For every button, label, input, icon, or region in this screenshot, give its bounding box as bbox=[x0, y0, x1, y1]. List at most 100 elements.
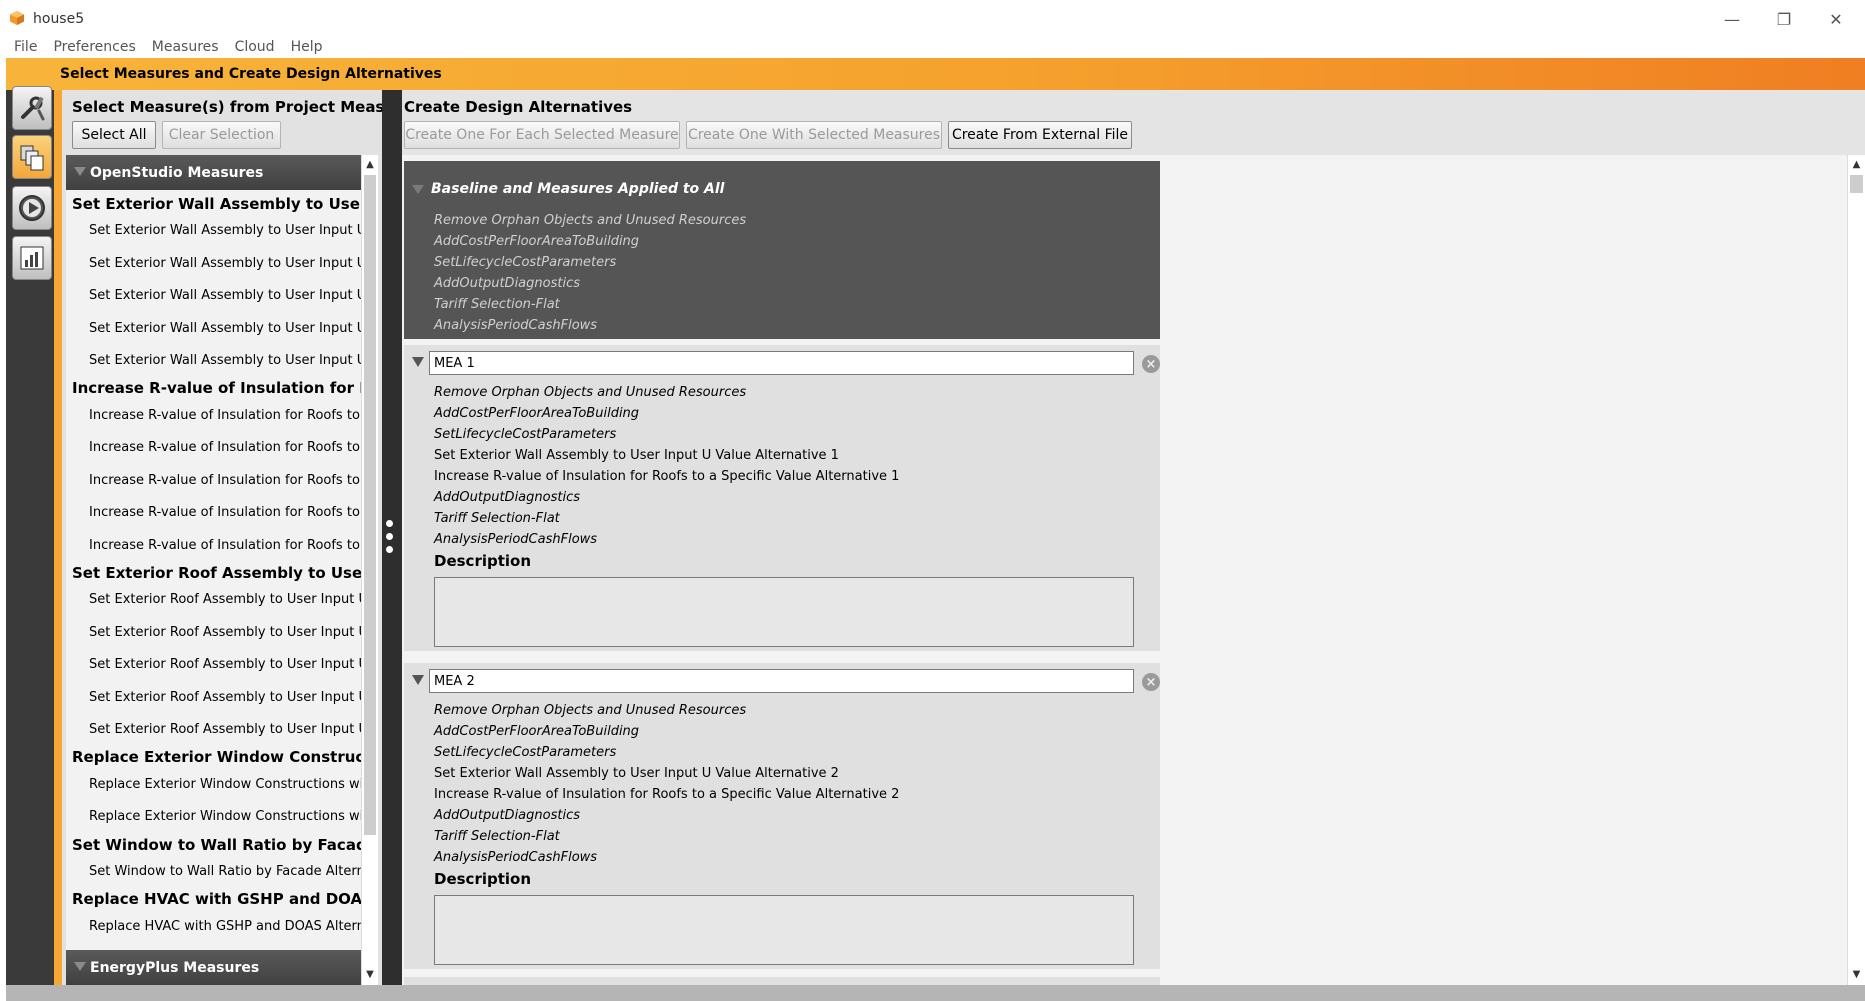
rail-measures-button[interactable] bbox=[12, 86, 52, 130]
group-label: EnergyPlus Measures bbox=[90, 959, 260, 976]
baseline-measure: AnalysisPeriodCashFlows bbox=[434, 318, 598, 333]
measure-list-scrollbar[interactable]: ▲ ▼ bbox=[361, 155, 378, 985]
scroll-up-icon[interactable]: ▲ bbox=[1848, 157, 1865, 171]
measure-set-exterior-wall[interactable]: Set Exterior Wall Assembly to User Input… bbox=[72, 195, 361, 213]
alternative-measure: Set Exterior Wall Assembly to User Input… bbox=[434, 448, 839, 463]
restore-button[interactable]: ❐ bbox=[1759, 4, 1809, 34]
app-logo-icon bbox=[10, 11, 24, 25]
measure-alternative[interactable]: Set Exterior Wall Assembly to User Input… bbox=[89, 321, 361, 336]
alternative-measure: SetLifecycleCostParameters bbox=[434, 745, 617, 760]
alternatives-scrollbar[interactable]: ▲ ▼ bbox=[1847, 155, 1865, 985]
splitter-grip-icon bbox=[386, 546, 393, 553]
title-bar bbox=[0, 0, 1865, 36]
alternative-name-input[interactable]: MEA 1 bbox=[429, 351, 1134, 375]
menu-measures[interactable]: Measures bbox=[144, 39, 227, 55]
measure-alternative[interactable]: Set Exterior Wall Assembly to User Input… bbox=[89, 353, 361, 368]
create-one-for-each-button[interactable]: Create One For Each Selected Measure bbox=[404, 121, 680, 149]
alternative-name-input[interactable]: MEA 2 bbox=[429, 669, 1134, 693]
rail-accent bbox=[54, 90, 62, 985]
menu-preferences[interactable]: Preferences bbox=[45, 39, 143, 55]
measure-alternative[interactable]: Set Exterior Roof Assembly to User Input… bbox=[89, 690, 361, 705]
collapse-triangle-icon bbox=[74, 167, 86, 176]
rail-results-button[interactable] bbox=[12, 236, 52, 280]
menu-cloud[interactable]: Cloud bbox=[227, 39, 283, 55]
measure-replace-hvac-gshp[interactable]: Replace HVAC with GSHP and DOAS Group bbox=[72, 890, 361, 908]
clear-selection-button[interactable]: Clear Selection bbox=[162, 121, 281, 149]
baseline-measure: AddCostPerFloorAreaToBuilding bbox=[434, 234, 640, 249]
collapse-triangle-icon[interactable] bbox=[412, 675, 424, 685]
alternative-measure: Tariff Selection-Flat bbox=[434, 511, 560, 526]
alternative-measure: AnalysisPeriodCashFlows bbox=[434, 850, 598, 865]
remove-alternative-icon[interactable]: × bbox=[1142, 673, 1160, 691]
alternative-measure: Increase R-value of Insulation for Roofs… bbox=[434, 787, 900, 802]
measure-alternative[interactable]: Increase R-value of Insulation for Roofs… bbox=[89, 408, 361, 423]
measure-set-exterior-roof[interactable]: Set Exterior Roof Assembly to User Input… bbox=[72, 564, 361, 582]
create-from-external-file-button[interactable]: Create From External File bbox=[948, 121, 1132, 149]
scrollbar-thumb[interactable] bbox=[1850, 175, 1863, 193]
design-alternative-card: MEA 1 × Remove Orphan Objects and Unused… bbox=[404, 345, 1160, 651]
measure-alternative[interactable]: Replace HVAC with GSHP and DOAS Alternat… bbox=[89, 919, 361, 934]
measure-alternative[interactable]: Set Exterior Roof Assembly to User Input… bbox=[89, 592, 361, 607]
collapse-triangle-icon[interactable] bbox=[412, 357, 424, 367]
measure-alternative[interactable]: Replace Exterior Window Constructions wi… bbox=[89, 809, 361, 824]
measure-alternative[interactable]: Increase R-value of Insulation for Roofs… bbox=[89, 505, 361, 520]
rail-run-button[interactable] bbox=[12, 186, 52, 230]
scroll-up-icon[interactable]: ▲ bbox=[362, 157, 378, 171]
measure-alternative[interactable]: Replace Exterior Window Constructions wi… bbox=[89, 777, 361, 792]
status-bar bbox=[6, 985, 1865, 1001]
baseline-title: Baseline and Measures Applied to All bbox=[431, 181, 725, 197]
select-all-button[interactable]: Select All bbox=[72, 121, 156, 149]
measure-alternative[interactable]: Set Exterior Wall Assembly to User Input… bbox=[89, 288, 361, 303]
measure-alternative[interactable]: Set Window to Wall Ratio by Facade Alter… bbox=[89, 864, 361, 879]
run-icon bbox=[19, 195, 45, 221]
scrollbar-thumb[interactable] bbox=[364, 175, 376, 835]
description-textarea[interactable] bbox=[434, 577, 1134, 647]
alternative-measure: AddCostPerFloorAreaToBuilding bbox=[434, 724, 640, 739]
menu-file[interactable]: File bbox=[6, 39, 45, 55]
alternative-measure: Tariff Selection-Flat bbox=[434, 829, 560, 844]
baseline-measure: Tariff Selection-Flat bbox=[434, 297, 560, 312]
measure-alternative[interactable]: Increase R-value of Insulation for Roofs… bbox=[89, 440, 361, 455]
measure-window-to-wall-ratio[interactable]: Set Window to Wall Ratio by Facade Group bbox=[72, 836, 361, 854]
measure-alternative[interactable]: Set Exterior Roof Assembly to User Input… bbox=[89, 625, 361, 640]
window-title: house5 bbox=[33, 11, 85, 27]
baseline-measure: AddOutputDiagnostics bbox=[434, 276, 580, 291]
group-label: OpenStudio Measures bbox=[90, 164, 264, 181]
measure-selection-title: Select Measure(s) from Project Measures bbox=[72, 98, 422, 116]
close-button[interactable]: ✕ bbox=[1811, 4, 1861, 34]
minimize-button[interactable]: — bbox=[1707, 4, 1757, 34]
scroll-down-icon[interactable]: ▼ bbox=[1848, 967, 1865, 981]
remove-alternative-icon[interactable]: × bbox=[1142, 355, 1160, 373]
design-alternative-card bbox=[404, 977, 1160, 985]
alternative-measure: AddCostPerFloorAreaToBuilding bbox=[434, 406, 640, 421]
collapse-triangle-icon[interactable] bbox=[412, 185, 424, 194]
menu-help[interactable]: Help bbox=[283, 39, 331, 55]
measure-list: OpenStudio Measures Set Exterior Wall As… bbox=[66, 155, 361, 985]
measure-alternative[interactable]: Increase R-value of Insulation for Roofs… bbox=[89, 538, 361, 553]
measure-alternative[interactable]: Set Exterior Wall Assembly to User Input… bbox=[89, 223, 361, 238]
description-textarea[interactable] bbox=[434, 895, 1134, 965]
scroll-down-icon[interactable]: ▼ bbox=[362, 967, 378, 981]
measure-alternative[interactable]: Increase R-value of Insulation for Roofs… bbox=[89, 473, 361, 488]
measure-alternative[interactable]: Set Exterior Wall Assembly to User Input… bbox=[89, 256, 361, 271]
measures-tool-icon bbox=[21, 96, 45, 121]
alternative-measure: Increase R-value of Insulation for Roofs… bbox=[434, 469, 900, 484]
measure-alternative[interactable]: Set Exterior Roof Assembly to User Input… bbox=[89, 657, 361, 672]
create-one-with-selected-button[interactable]: Create One With Selected Measures bbox=[686, 121, 942, 149]
description-label: Description bbox=[434, 552, 532, 570]
rail-design-alternatives-button[interactable] bbox=[12, 135, 52, 179]
results-icon bbox=[20, 246, 44, 270]
measure-replace-window-constructions[interactable]: Replace Exterior Window Constructions wi… bbox=[72, 748, 361, 766]
description-label: Description bbox=[434, 870, 532, 888]
measure-increase-roof-insulation[interactable]: Increase R-value of Insulation for Roofs… bbox=[72, 379, 361, 397]
design-alternatives-list: Baseline and Measures Applied to All Rem… bbox=[402, 155, 1847, 985]
group-header-energyplus[interactable]: EnergyPlus Measures bbox=[66, 950, 361, 985]
group-header-openstudio[interactable]: OpenStudio Measures bbox=[66, 155, 361, 190]
design-alternatives-title: Create Design Alternatives bbox=[404, 98, 633, 116]
alternative-measure: Remove Orphan Objects and Unused Resourc… bbox=[434, 703, 747, 718]
alternative-measure: AddOutputDiagnostics bbox=[434, 808, 580, 823]
page-title: Select Measures and Create Design Altern… bbox=[60, 66, 442, 82]
measure-alternative[interactable]: Set Exterior Roof Assembly to User Input… bbox=[89, 722, 361, 737]
close-icon: ✕ bbox=[1829, 9, 1843, 29]
alternative-measure: AddOutputDiagnostics bbox=[434, 490, 580, 505]
